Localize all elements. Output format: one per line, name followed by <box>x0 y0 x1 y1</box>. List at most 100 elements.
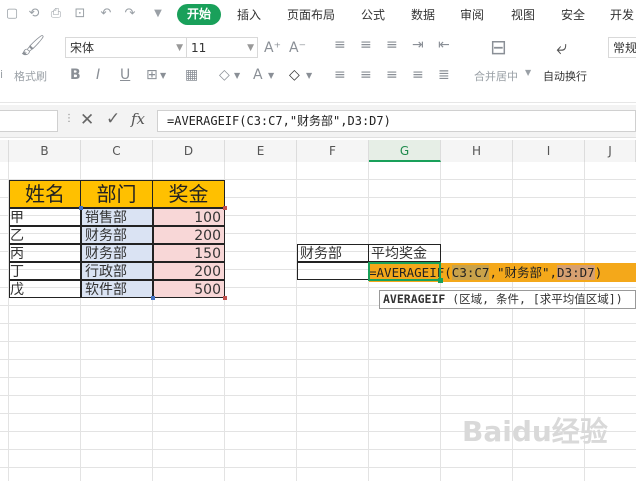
border-icon[interactable]: ⊞ <box>146 66 158 84</box>
cell-dept[interactable]: 软件部 <box>81 280 153 298</box>
column-header-j[interactable]: J <box>585 140 636 162</box>
font-color-icon[interactable]: A <box>253 66 263 84</box>
wrap-text-icon[interactable]: ⤶ <box>556 37 567 57</box>
cell-average-label[interactable]: 平均奖金 <box>368 244 441 262</box>
outdent-icon[interactable]: ⇤ <box>438 36 450 54</box>
tab-page-layout[interactable]: 页面布局 <box>287 7 335 23</box>
chevron-down-icon: ▼ <box>306 71 313 80</box>
align-middle-icon[interactable]: ≡ <box>360 36 372 54</box>
column-header-h[interactable]: H <box>441 140 513 162</box>
tab-security[interactable]: 安全 <box>561 7 585 23</box>
cell-name[interactable]: 乙 <box>9 226 81 244</box>
cell-criteria-empty[interactable] <box>297 262 369 280</box>
column-header-c[interactable]: C <box>81 140 153 162</box>
column-header-i[interactable]: I <box>513 140 585 162</box>
cell-name[interactable]: 戊 <box>9 280 81 298</box>
print-preview-icon[interactable]: ⊡ <box>72 6 88 22</box>
chevron-down-icon: ▼ <box>247 43 254 53</box>
header-name[interactable]: 姓名 <box>9 180 81 208</box>
font-size-select[interactable]: 11 ▼ <box>186 37 258 58</box>
confirm-icon[interactable]: ✓ <box>106 109 120 129</box>
column-header-f[interactable]: F <box>297 140 369 162</box>
align-left-icon[interactable]: ≡ <box>334 66 346 84</box>
decrease-font-icon[interactable]: A⁻ <box>289 39 306 57</box>
cell-dept[interactable]: 行政部 <box>81 262 153 280</box>
print-icon[interactable]: ⎙ <box>48 6 64 22</box>
format-painter-label[interactable]: 格式刷 <box>14 68 47 84</box>
cell-bonus[interactable]: 200 <box>153 262 225 280</box>
chevron-down-icon: ▼ <box>525 68 532 77</box>
merge-icon[interactable]: ⊟ <box>490 37 507 57</box>
cell-dept[interactable]: 销售部 <box>81 208 153 226</box>
tab-data[interactable]: 数据 <box>411 7 435 23</box>
tab-formulas[interactable]: 公式 <box>361 7 385 23</box>
range-handle[interactable] <box>223 296 227 300</box>
tab-home[interactable]: 开始 <box>177 4 221 25</box>
chevron-down-icon: ▼ <box>268 71 275 80</box>
cell-bonus[interactable]: 200 <box>153 226 225 244</box>
indent-icon[interactable]: ⇥ <box>412 36 424 54</box>
header-dept[interactable]: 部门 <box>80 180 153 208</box>
grid-style-icon[interactable]: ▦ <box>185 66 198 84</box>
bold-icon[interactable]: B <box>70 66 81 84</box>
column-header-g[interactable]: G <box>369 140 441 162</box>
tab-view[interactable]: 视图 <box>511 7 535 23</box>
align-top-icon[interactable]: ≡ <box>334 36 346 54</box>
cell-dept[interactable]: 财务部 <box>81 244 153 262</box>
formula-ref-bonus: D3:D7 <box>557 265 595 280</box>
tooltip-function-name[interactable]: AVERAGEIF <box>383 292 445 306</box>
tab-review[interactable]: 审阅 <box>460 7 484 23</box>
distribute-icon[interactable]: ≣ <box>438 66 450 84</box>
active-cell-border <box>368 262 441 281</box>
cell-name[interactable]: 丁 <box>9 262 81 280</box>
open-icon[interactable]: ▢ <box>4 6 20 22</box>
chevron-down-icon: ▼ <box>234 71 241 80</box>
fill-handle[interactable] <box>438 278 443 283</box>
justify-icon[interactable]: ≡ <box>412 66 424 84</box>
cell-dept[interactable]: 财务部 <box>81 226 153 244</box>
cell-bonus[interactable]: 150 <box>153 244 225 262</box>
merge-label[interactable]: 合并居中 <box>474 68 518 84</box>
tooltip-args: (区域, 条件, [求平均值区域]) <box>445 292 623 306</box>
save-icon[interactable]: ⟲ <box>26 6 42 22</box>
cell-bonus[interactable]: 100 <box>153 208 225 226</box>
align-right-icon[interactable]: ≡ <box>386 66 398 84</box>
formula-input[interactable]: =AVERAGEIF(C3:C7,"财务部",D3:D7) <box>157 110 636 132</box>
cell-criteria-dept[interactable]: 财务部 <box>297 244 369 262</box>
increase-font-icon[interactable]: A⁺ <box>264 39 281 57</box>
formula-suffix: ) <box>594 265 603 280</box>
column-header-b[interactable]: B <box>9 140 81 162</box>
number-format-select[interactable]: 常规 <box>608 37 636 58</box>
more-quick-access-icon[interactable]: ▼ <box>150 6 166 22</box>
header-bonus[interactable]: 奖金 <box>152 180 225 208</box>
column-header-d[interactable]: D <box>153 140 225 162</box>
underline-icon[interactable]: U <box>120 66 130 84</box>
wrap-text-label[interactable]: 自动换行 <box>543 68 587 84</box>
cut-label: ⅰ <box>0 68 4 81</box>
align-center-icon[interactable]: ≡ <box>360 66 372 84</box>
redo-icon[interactable]: ↷ <box>122 6 138 22</box>
chevron-down-icon: ▼ <box>160 71 167 80</box>
undo-icon[interactable]: ↶ <box>98 6 114 22</box>
column-header-e[interactable]: E <box>225 140 297 162</box>
range-handle[interactable] <box>151 296 155 300</box>
select-all-corner[interactable] <box>0 140 9 162</box>
range-handle[interactable] <box>223 206 227 210</box>
name-box[interactable] <box>0 110 58 132</box>
font-name-select[interactable]: 宋体 ▼ <box>65 37 187 58</box>
range-handle[interactable] <box>79 206 83 210</box>
function-tooltip: AVERAGEIF (区域, 条件, [求平均值区域]) <box>379 290 636 309</box>
cell-bonus[interactable]: 500 <box>153 280 225 298</box>
fill-color-icon[interactable]: ◇ <box>219 66 230 84</box>
format-painter-icon[interactable]: 🖌 <box>20 35 45 55</box>
insert-function-icon[interactable]: fx <box>131 110 145 128</box>
cell-name[interactable]: 甲 <box>9 208 81 226</box>
cell-name[interactable]: 丙 <box>9 244 81 262</box>
italic-icon[interactable]: I <box>96 66 100 84</box>
clear-icon[interactable]: ◇ <box>289 66 300 84</box>
cancel-icon[interactable]: ✕ <box>80 110 94 130</box>
align-bottom-icon[interactable]: ≡ <box>386 36 398 54</box>
number-format-value: 常规 <box>613 41 636 55</box>
tab-insert[interactable]: 插入 <box>237 7 261 23</box>
tab-developer[interactable]: 开发 <box>610 7 634 23</box>
